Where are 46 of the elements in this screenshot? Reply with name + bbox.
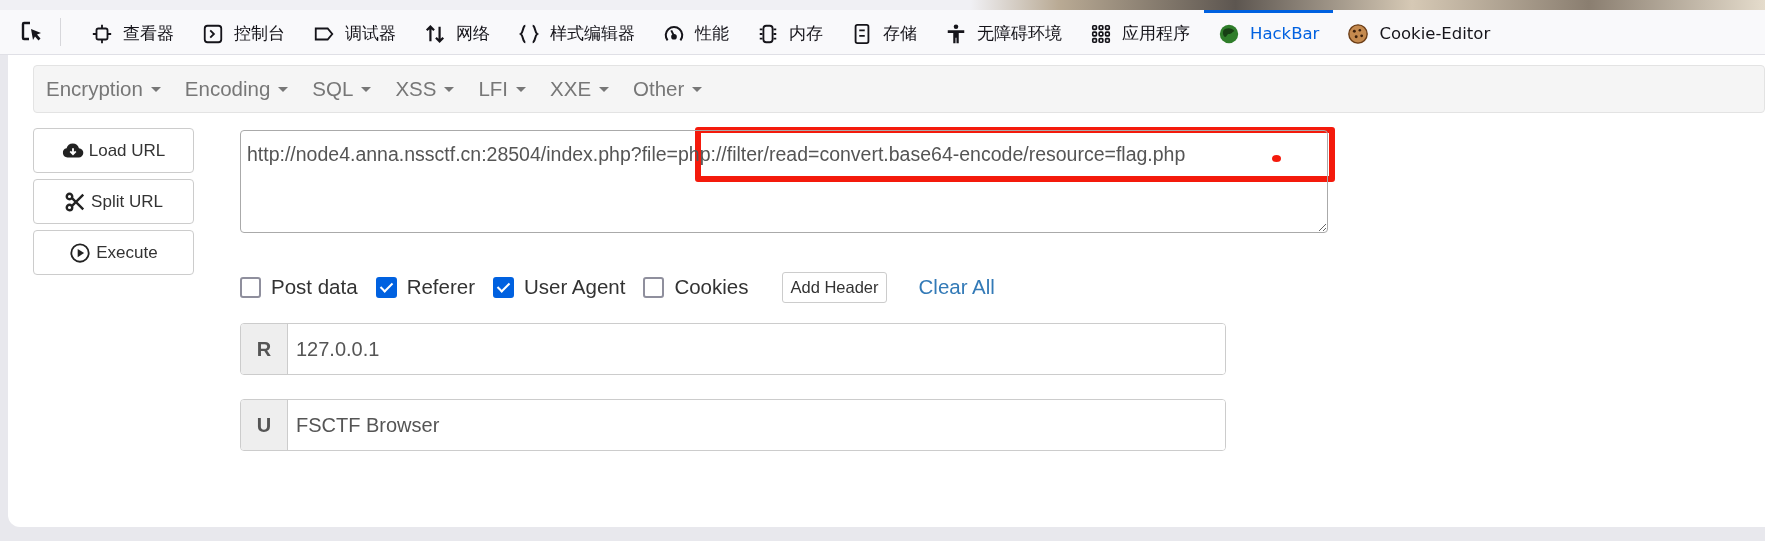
add-header-button[interactable]: Add Header [782, 271, 887, 303]
play-icon [69, 241, 92, 264]
menu-dropdown[interactable]: XXE [542, 77, 626, 101]
menu-dropdown[interactable]: XSS [387, 77, 471, 101]
memory-icon [757, 22, 779, 45]
checkbox-label: Cookies [674, 275, 749, 299]
checkbox-label: User Agent [524, 275, 626, 299]
devtools-tab[interactable]: 控制台 [188, 10, 299, 54]
action-button[interactable]: Split URL [33, 179, 194, 224]
cookie-icon [1347, 22, 1370, 45]
checkbox-label: Referer [406, 275, 475, 299]
action-button[interactable]: Load URL [33, 128, 194, 173]
devtools-tab[interactable]: Cookie-Editor [1333, 10, 1505, 54]
menu-dropdown[interactable]: LFI [470, 77, 543, 101]
devtools-tab[interactable]: 无障碍环境 [931, 10, 1076, 54]
menu-dropdown[interactable]: Encryption [38, 77, 177, 101]
scissors-icon [64, 190, 87, 213]
braces-icon [518, 22, 540, 45]
devtools-tab[interactable]: 调试器 [299, 10, 410, 54]
network-icon [424, 22, 446, 45]
globe-icon [1218, 22, 1240, 45]
checkbox[interactable] [240, 276, 261, 298]
devtools-tab[interactable]: 样式编辑器 [504, 10, 649, 54]
checkbox[interactable] [643, 276, 665, 298]
grid-icon [1090, 22, 1112, 45]
devtools-tab[interactable]: 性能 [649, 10, 743, 54]
header-field[interactable]: U FSCTF Browser [240, 399, 1226, 451]
header-key: R [241, 324, 288, 374]
devtools-tab[interactable]: 存储 [837, 10, 931, 54]
action-button[interactable]: Execute [33, 230, 194, 275]
checkbox[interactable] [375, 276, 397, 298]
header-field[interactable]: R 127.0.0.1 [240, 323, 1226, 375]
menu-dropdown[interactable]: SQL [304, 77, 388, 101]
devtools-tab[interactable]: 内存 [743, 10, 837, 54]
inspector-icon [91, 22, 113, 45]
clear-all-link[interactable]: Clear All [918, 275, 995, 299]
accessibility-icon [945, 22, 967, 45]
checkbox-label: Post data [271, 275, 358, 299]
devtools-tab[interactable]: 应用程序 [1076, 10, 1204, 54]
console-icon [202, 22, 224, 45]
menu-dropdown[interactable]: Encoding [176, 77, 305, 101]
menu-dropdown[interactable]: Other [625, 77, 719, 101]
devtools-tab[interactable]: 查看器 [77, 10, 188, 54]
checkbox[interactable] [493, 276, 514, 298]
devtools-tab[interactable]: 网络 [410, 10, 504, 54]
header-key: U [241, 400, 288, 450]
